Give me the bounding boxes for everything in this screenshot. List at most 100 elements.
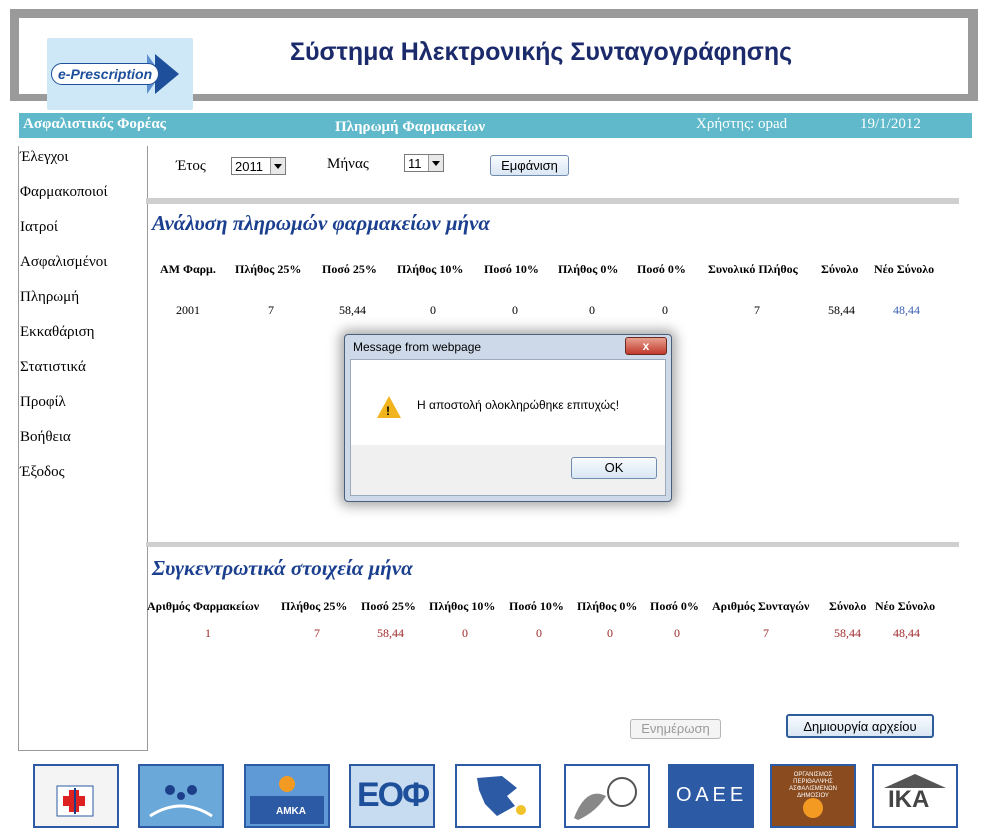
message-dialog: Message from webpage x ! Η αποστολή ολοκ…: [344, 334, 672, 502]
summary-header: Ποσό 10%: [509, 599, 564, 613]
sidebar-item-insured[interactable]: Ασφαλισμένοι: [20, 254, 107, 271]
summary-title: Συγκεντρωτικά στοιχεία μήνα: [152, 556, 413, 580]
current-date: 19/1/2012: [860, 116, 921, 132]
year-select-value: 2011: [235, 159, 263, 174]
analysis-cell: 58,44: [828, 303, 855, 317]
family-icon: [149, 785, 213, 818]
summary-header: Σύνολο: [829, 599, 867, 613]
eof-logo[interactable]: ΕΟΦ: [349, 764, 435, 828]
year-label: Έτος: [176, 158, 206, 174]
summary-header: Πλήθος 25%: [281, 599, 348, 613]
summary-cell: 1: [205, 626, 211, 640]
family-hands-logo[interactable]: [138, 764, 224, 828]
analysis-header: Πλήθος 10%: [397, 262, 464, 276]
medical-association-logo[interactable]: [455, 764, 541, 828]
page-title: Πληρωμή Φαρμακείων: [335, 119, 486, 135]
opad-label: ΟΡΓΑΝΙΣΜΟΣ ΠΕΡΙΘΑΛΨΗΣ ΑΣΦΑΛΙΣΜΕΝΩΝ ΔΗΜΟΣ…: [789, 772, 837, 799]
sidebar-item-payment[interactable]: Πληρωμή: [20, 289, 79, 306]
insurer-label: Ασφαλιστικός Φορέας: [23, 116, 167, 132]
dialog-footer: OK: [350, 445, 666, 496]
create-file-button[interactable]: Δημιουργία αρχείου: [786, 714, 934, 738]
close-icon[interactable]: x: [625, 337, 667, 355]
summary-header: Αριθμός Φαρμακείων: [147, 599, 260, 613]
summary-header: Ποσό 25%: [361, 599, 416, 613]
summary-cell: 7: [314, 626, 320, 640]
analysis-cell: 7: [754, 303, 760, 317]
analysis-cell: 0: [662, 303, 668, 317]
sidebar-item-checks[interactable]: Έλεγχοι: [20, 149, 68, 166]
summary-cell: 0: [674, 626, 680, 640]
summary-cell: 0: [536, 626, 542, 640]
analysis-header: ΑΜ Φαρμ.: [160, 262, 216, 276]
sidebar-item-help[interactable]: Βοήθεια: [20, 429, 71, 446]
sidebar-item-pharmacists[interactable]: Φαρμακοποιοί: [20, 184, 108, 201]
month-label: Μήνας: [327, 156, 369, 172]
summary-cell: 0: [462, 626, 468, 640]
analysis-header: Σύνολο: [821, 262, 859, 276]
opad-logo[interactable]: ΟΡΓΑΝΙΣΜΟΣ ΠΕΡΙΘΑΛΨΗΣ ΑΣΦΑΛΙΣΜΕΝΩΝ ΔΗΜΟΣ…: [770, 764, 856, 828]
amka-logo[interactable]: ΑΜΚΑ: [244, 764, 330, 828]
analysis-header: Νέο Σύνολο: [874, 262, 935, 276]
chevron-down-icon[interactable]: [428, 155, 443, 171]
summary-header: Πλήθος 0%: [577, 599, 638, 613]
summary-cell-new-total: 48,44: [893, 626, 920, 640]
dialog-message: Η αποστολή ολοκληρώθηκε επιτυχώς!: [417, 398, 620, 412]
analysis-cell: 0: [512, 303, 518, 317]
ministry-health-logo[interactable]: [33, 764, 119, 828]
app-title: Σύστημα Ηλεκτρονικής Συνταγογράφησης: [290, 38, 793, 66]
sidebar-item-clearance[interactable]: Εκκαθάριση: [20, 324, 95, 341]
sidebar-item-statistics[interactable]: Στατιστικά: [20, 359, 86, 376]
analysis-header: Συνολικό Πλήθος: [708, 262, 798, 276]
sidebar-item-doctors[interactable]: Ιατροί: [20, 219, 58, 236]
summary-cell: 7: [763, 626, 769, 640]
logo-text: e-Prescription: [51, 63, 160, 85]
summary-header: Πλήθος 10%: [429, 599, 496, 613]
analysis-cell-pharmacy-id: 2001: [176, 303, 200, 317]
warning-icon-mark: !: [386, 404, 390, 418]
sidebar-item-profile[interactable]: Προφίλ: [20, 394, 66, 411]
dialog-title: Message from webpage: [353, 340, 482, 354]
analysis-cell: 0: [430, 303, 436, 317]
amka-label: ΑΜΚΑ: [276, 806, 306, 817]
divider: [146, 542, 959, 547]
amka-icon: [250, 776, 324, 824]
summary-cell: 0: [607, 626, 613, 640]
ika-logo[interactable]: ΙΚΑ: [872, 764, 958, 828]
ika-label: ΙΚΑ: [888, 786, 930, 813]
summary-header: Ποσό 0%: [650, 599, 699, 613]
sidebar-item-logout[interactable]: Έξοδος: [20, 464, 65, 481]
analysis-header: Πλήθος 0%: [558, 262, 619, 276]
user-label: Χρήστης: opad: [696, 116, 788, 132]
divider: [146, 198, 959, 204]
archive-seal-logo[interactable]: [564, 764, 650, 828]
year-select[interactable]: 2011: [231, 157, 286, 175]
analysis-cell: 58,44: [339, 303, 366, 317]
analysis-header: Ποσό 0%: [637, 262, 686, 276]
greece-map-icon: [477, 776, 526, 816]
analysis-header: Πλήθος 25%: [235, 262, 302, 276]
oaee-label: ΟΑΕΕ: [676, 784, 748, 806]
summary-cell: 58,44: [834, 626, 861, 640]
summary-header: Αριθμός Συνταγών: [712, 599, 810, 613]
e-prescription-logo: e-Prescription: [47, 38, 193, 110]
summary-cell: 58,44: [377, 626, 404, 640]
top-bar: Ασφαλιστικός Φορέας Πληρωμή Φαρμακείων Χ…: [19, 113, 972, 138]
show-button[interactable]: Εμφάνιση: [490, 155, 569, 176]
seal-icon: [574, 777, 637, 820]
analysis-header: Ποσό 25%: [322, 262, 377, 276]
month-select-value: 11: [408, 156, 422, 171]
chevron-down-icon[interactable]: [270, 158, 285, 174]
sidebar: Έλεγχοι Φαρμακοποιοί Ιατροί Ασφαλισμένοι…: [18, 146, 148, 751]
analysis-title: Ανάλυση πληρωμών φαρμακείων μήνα: [152, 211, 491, 235]
analysis-cell: 7: [268, 303, 274, 317]
oaee-logo[interactable]: ΟΑΕΕ: [668, 764, 754, 828]
analysis-cell-new-total: 48,44: [893, 303, 920, 317]
ok-button[interactable]: OK: [571, 457, 657, 479]
eof-label: ΕΟΦ: [357, 776, 430, 814]
summary-header: Νέο Σύνολο: [875, 599, 936, 613]
month-select[interactable]: 11: [404, 154, 444, 172]
medical-cross-icon: [56, 785, 94, 817]
analysis-header: Ποσό 10%: [484, 262, 539, 276]
analysis-cell: 0: [589, 303, 595, 317]
update-button[interactable]: Ενημέρωση: [630, 719, 721, 739]
